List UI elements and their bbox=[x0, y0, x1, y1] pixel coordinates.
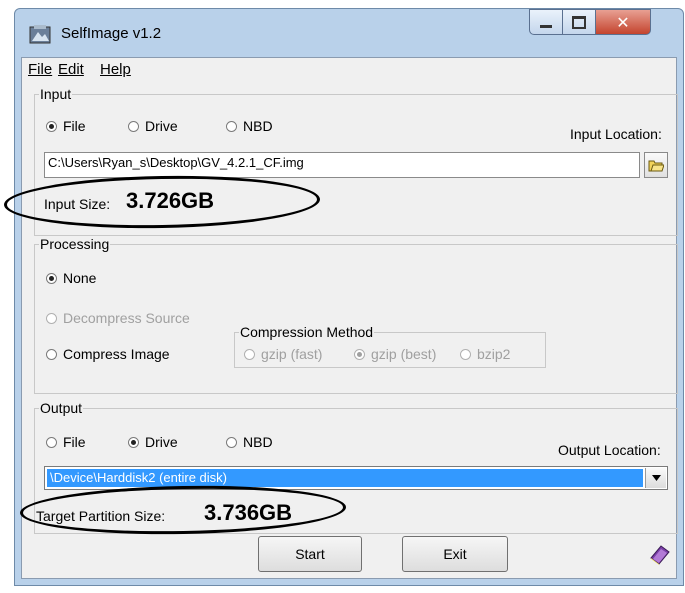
minimize-icon bbox=[540, 24, 552, 28]
maximize-icon bbox=[572, 15, 586, 29]
close-button[interactable]: ✕ bbox=[595, 9, 651, 35]
processing-radio-decompress[interactable]: Decompress Source bbox=[46, 310, 190, 326]
input-path-field[interactable]: C:\Users\Ryan_s\Desktop\GV_4.2.1_CF.img bbox=[44, 152, 640, 178]
output-radio-drive[interactable]: Drive bbox=[128, 434, 178, 450]
minimize-button[interactable] bbox=[529, 9, 563, 35]
compression-radio-gzip-best[interactable]: gzip (best) bbox=[354, 346, 436, 362]
menu-help[interactable]: Help bbox=[100, 61, 131, 78]
compression-method-label: Compression Method bbox=[239, 324, 375, 340]
dropdown-arrow-icon[interactable] bbox=[645, 468, 666, 488]
input-radio-file[interactable]: File bbox=[46, 118, 86, 134]
radio-selected-icon bbox=[354, 348, 365, 360]
help-book-icon[interactable] bbox=[648, 542, 672, 566]
input-group-label: Input bbox=[39, 86, 73, 102]
radio-icon bbox=[46, 312, 57, 324]
close-icon: ✕ bbox=[616, 12, 630, 32]
input-radio-nbd[interactable]: NBD bbox=[226, 118, 273, 134]
radio-selected-icon bbox=[128, 436, 139, 448]
radio-selected-icon bbox=[46, 120, 57, 132]
output-location-label: Output Location: bbox=[558, 442, 661, 458]
output-group-label: Output bbox=[39, 400, 84, 416]
compression-radio-gzip-fast[interactable]: gzip (fast) bbox=[244, 346, 322, 362]
menu-edit[interactable]: Edit bbox=[58, 61, 84, 78]
maximize-button[interactable] bbox=[562, 9, 596, 35]
output-device-value: \Device\Harddisk2 (entire disk) bbox=[47, 469, 643, 487]
output-radio-file[interactable]: File bbox=[46, 434, 86, 450]
menu-bar: File Edit Help bbox=[22, 58, 676, 84]
radio-icon bbox=[244, 348, 255, 360]
exit-button[interactable]: Exit bbox=[402, 536, 508, 572]
radio-icon bbox=[46, 348, 57, 360]
start-button[interactable]: Start bbox=[258, 536, 362, 572]
radio-icon bbox=[226, 436, 237, 448]
processing-group-label: Processing bbox=[39, 236, 111, 252]
radio-icon bbox=[226, 120, 237, 132]
processing-radio-compress[interactable]: Compress Image bbox=[46, 346, 170, 362]
menu-file[interactable]: File bbox=[28, 61, 52, 78]
input-radio-drive[interactable]: Drive bbox=[128, 118, 178, 134]
browse-input-button[interactable] bbox=[644, 152, 668, 178]
compression-radio-bzip2[interactable]: bzip2 bbox=[460, 346, 510, 362]
app-icon bbox=[29, 23, 51, 45]
output-device-select[interactable]: \Device\Harddisk2 (entire disk) bbox=[44, 466, 668, 490]
radio-icon bbox=[460, 348, 471, 360]
open-folder-icon bbox=[648, 160, 664, 172]
input-location-label: Input Location: bbox=[570, 126, 662, 142]
processing-radio-none[interactable]: None bbox=[46, 270, 96, 286]
radio-selected-icon bbox=[46, 272, 57, 284]
output-radio-nbd[interactable]: NBD bbox=[226, 434, 273, 450]
window-title: SelfImage v1.2 bbox=[61, 25, 162, 42]
radio-icon bbox=[128, 120, 139, 132]
radio-icon bbox=[46, 436, 57, 448]
title-bar[interactable]: SelfImage v1.2 ✕ bbox=[15, 9, 683, 59]
